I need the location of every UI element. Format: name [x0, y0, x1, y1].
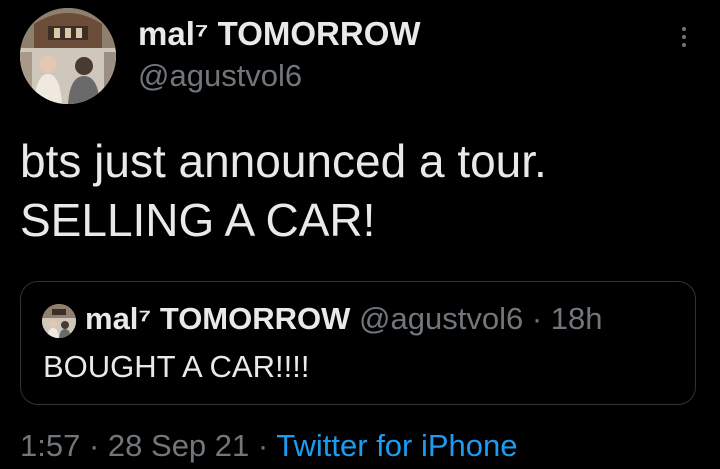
tweet-time[interactable]: 1:57 [20, 428, 80, 463]
tweet-date[interactable]: 28 Sep 21 [108, 428, 249, 463]
quoted-tweet[interactable]: mal⁷ TOMORROW @agustvol6 · 18h BOUGHT A … [20, 281, 696, 405]
more-dot [682, 43, 686, 47]
quoted-text: BOUGHT A CAR!!!! [43, 349, 310, 384]
quoted-separator: · [531, 301, 543, 336]
tweet-text-line: bts just announced a tour. [20, 135, 547, 187]
quoted-avatar-photo-icon [42, 304, 76, 338]
quoted-handle: @agustvol6 [359, 301, 524, 336]
more-options-icon[interactable] [672, 22, 696, 52]
tweet-meta: 1:57 · 28 Sep 21 · Twitter for iPhone [20, 426, 518, 466]
more-dot [682, 35, 686, 39]
quoted-display-name: mal⁷ TOMORROW [85, 301, 351, 336]
meta-separator: · [257, 428, 269, 463]
quoted-time: 18h [550, 301, 603, 336]
author-display-name[interactable]: mal⁷ TOMORROW [138, 12, 421, 56]
avatar-photo-icon [20, 8, 116, 104]
meta-separator: · [88, 428, 100, 463]
tweet: mal⁷ TOMORROW @agustvol6 bts just announ… [0, 0, 720, 469]
tweet-text-line: SELLING A CAR! [20, 194, 376, 246]
author-avatar[interactable] [20, 8, 116, 104]
tweet-text: bts just announced a tour. SELLING A CAR… [20, 132, 700, 250]
more-dot [682, 27, 686, 31]
author-info: mal⁷ TOMORROW @agustvol6 [138, 12, 421, 96]
quoted-header: mal⁷ TOMORROW @agustvol6 · 18h [85, 299, 603, 339]
author-handle[interactable]: @agustvol6 [138, 56, 421, 96]
quoted-author-avatar [42, 304, 76, 338]
tweet-source-link[interactable]: Twitter for iPhone [276, 428, 517, 463]
